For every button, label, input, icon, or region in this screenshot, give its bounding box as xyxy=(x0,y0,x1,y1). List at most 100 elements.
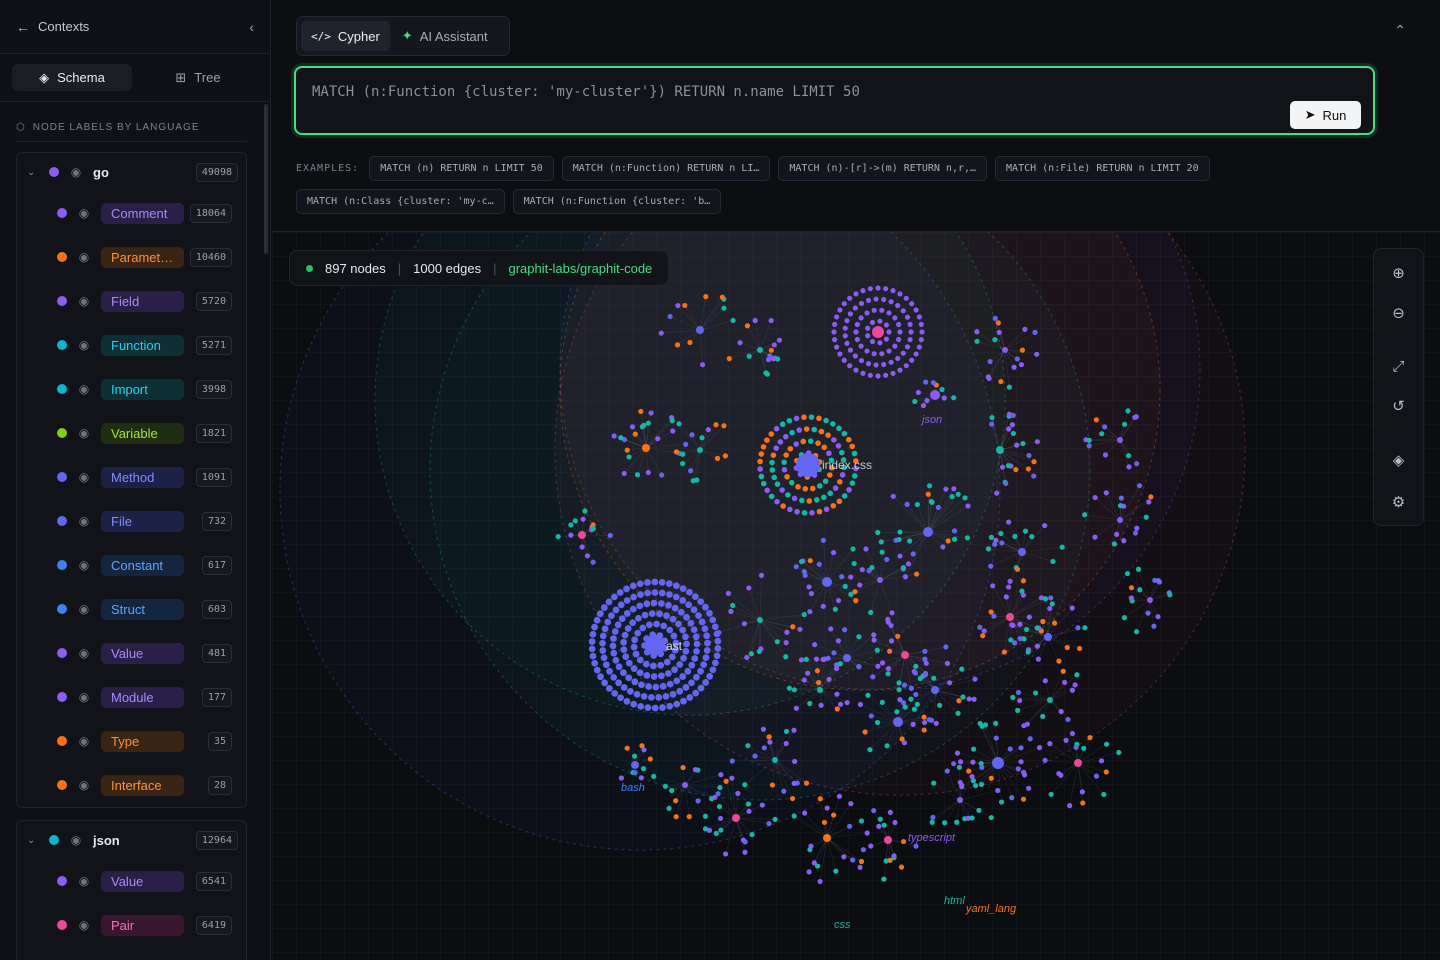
graph-node[interactable] xyxy=(896,336,902,343)
graph-node[interactable] xyxy=(1007,746,1013,752)
graph-node[interactable] xyxy=(905,561,912,567)
graph-node[interactable] xyxy=(702,603,709,611)
graph-node[interactable] xyxy=(875,285,881,291)
graph-node[interactable] xyxy=(705,427,711,433)
graph-node[interactable] xyxy=(610,673,618,681)
graph-node[interactable] xyxy=(1080,800,1086,806)
graph-node[interactable] xyxy=(700,661,708,669)
graph-node[interactable] xyxy=(947,680,953,686)
graph-node[interactable] xyxy=(897,367,903,373)
graph-node[interactable] xyxy=(981,628,987,634)
graph-node[interactable] xyxy=(683,441,689,447)
graph-node[interactable] xyxy=(897,553,903,559)
graph-node[interactable] xyxy=(930,814,936,820)
graph-node[interactable] xyxy=(718,827,724,833)
graph-node[interactable] xyxy=(698,618,706,626)
graph-node[interactable] xyxy=(1059,544,1065,550)
graph-node[interactable] xyxy=(816,561,822,567)
graph-node[interactable] xyxy=(717,784,723,791)
graph-node[interactable] xyxy=(994,490,1000,496)
zoom-out-icon[interactable]: ⊖ xyxy=(1374,301,1423,325)
graph-node[interactable] xyxy=(677,608,685,616)
graph-node[interactable] xyxy=(832,337,838,343)
graph-node[interactable] xyxy=(641,747,647,753)
graph-node[interactable] xyxy=(987,358,993,365)
graph-node[interactable] xyxy=(835,443,842,449)
graph-node[interactable] xyxy=(962,495,968,501)
graph-node[interactable] xyxy=(593,616,601,624)
graph-node[interactable] xyxy=(850,546,856,552)
graph-node[interactable] xyxy=(791,495,798,502)
graph-node[interactable] xyxy=(900,308,906,314)
graph-node[interactable] xyxy=(609,642,617,650)
node-label-badge[interactable]: Function xyxy=(101,334,184,356)
graph-node[interactable] xyxy=(706,609,713,617)
graph-node[interactable] xyxy=(683,640,690,648)
graph-node[interactable] xyxy=(1102,452,1109,458)
graph-node[interactable] xyxy=(849,443,856,450)
graph-node[interactable] xyxy=(841,854,847,860)
graph-node[interactable] xyxy=(807,438,814,444)
graph-node[interactable] xyxy=(630,643,638,651)
graph-node[interactable] xyxy=(977,720,983,727)
graph-hub-node[interactable] xyxy=(1044,633,1052,641)
graph-node[interactable] xyxy=(831,329,837,335)
graph-node[interactable] xyxy=(665,601,672,609)
graph-node[interactable] xyxy=(876,823,882,829)
node-label-row[interactable]: ◉ Constant 617 xyxy=(17,543,246,587)
graph-node[interactable] xyxy=(675,620,682,628)
node-label-row[interactable]: ◉ Pair 6419 xyxy=(17,903,246,947)
graph-node[interactable] xyxy=(896,680,902,686)
graph-hub-node[interactable] xyxy=(732,814,740,822)
graph-hub-node[interactable] xyxy=(645,635,665,655)
graph-node[interactable] xyxy=(1151,623,1157,629)
graph-node[interactable] xyxy=(869,319,876,326)
graph-hub-node[interactable] xyxy=(931,686,939,694)
graph-node[interactable] xyxy=(611,690,619,697)
graph-node[interactable] xyxy=(874,719,881,726)
graph-node[interactable] xyxy=(1086,443,1092,449)
graph-node[interactable] xyxy=(853,329,859,335)
graph-node[interactable] xyxy=(830,502,837,509)
graph-node[interactable] xyxy=(865,692,871,698)
graph-node[interactable] xyxy=(655,693,663,701)
graph-node[interactable] xyxy=(666,680,674,688)
tab-cypher[interactable]: </> Cypher xyxy=(301,21,390,51)
graph-node[interactable] xyxy=(992,337,998,343)
graph-node[interactable] xyxy=(662,692,670,700)
graph-node[interactable] xyxy=(858,357,865,364)
eye-icon[interactable]: ◉ xyxy=(77,338,91,352)
graph-node[interactable] xyxy=(875,663,881,669)
graph-node[interactable] xyxy=(974,329,980,335)
graph-node[interactable] xyxy=(897,329,903,335)
graph-node[interactable] xyxy=(853,598,859,604)
graph-node[interactable] xyxy=(776,337,783,343)
graph-node[interactable] xyxy=(913,307,919,313)
graph-node[interactable] xyxy=(701,625,709,633)
graph-node[interactable] xyxy=(834,344,840,350)
graph-node[interactable] xyxy=(890,493,896,499)
graph-node[interactable] xyxy=(798,558,805,565)
graph-node[interactable] xyxy=(955,710,961,716)
graph-node[interactable] xyxy=(790,624,796,630)
graph-node[interactable] xyxy=(965,503,971,509)
graph-hub-node[interactable] xyxy=(930,390,940,400)
graph-node[interactable] xyxy=(674,342,681,348)
graph-node[interactable] xyxy=(688,468,694,474)
graph-node[interactable] xyxy=(687,619,695,627)
graph-node[interactable] xyxy=(827,472,833,478)
graph-node[interactable] xyxy=(1121,538,1127,544)
graph-node[interactable] xyxy=(998,378,1004,385)
graph-node[interactable] xyxy=(945,538,951,544)
node-label-badge[interactable]: Comment xyxy=(101,202,184,224)
graph-node[interactable] xyxy=(886,329,892,335)
graph-node[interactable] xyxy=(836,425,842,432)
graph-hub-node[interactable] xyxy=(1147,597,1153,603)
node-label-row[interactable]: ◉ Comment 18064 xyxy=(17,191,246,235)
graph-node[interactable] xyxy=(735,790,741,796)
graph-node[interactable] xyxy=(618,615,626,623)
node-label-row[interactable]: ◉ Variable 1821 xyxy=(17,411,246,455)
graph-node[interactable] xyxy=(632,770,638,776)
graph-node[interactable] xyxy=(787,506,793,513)
eye-icon[interactable]: ◉ xyxy=(77,470,91,484)
